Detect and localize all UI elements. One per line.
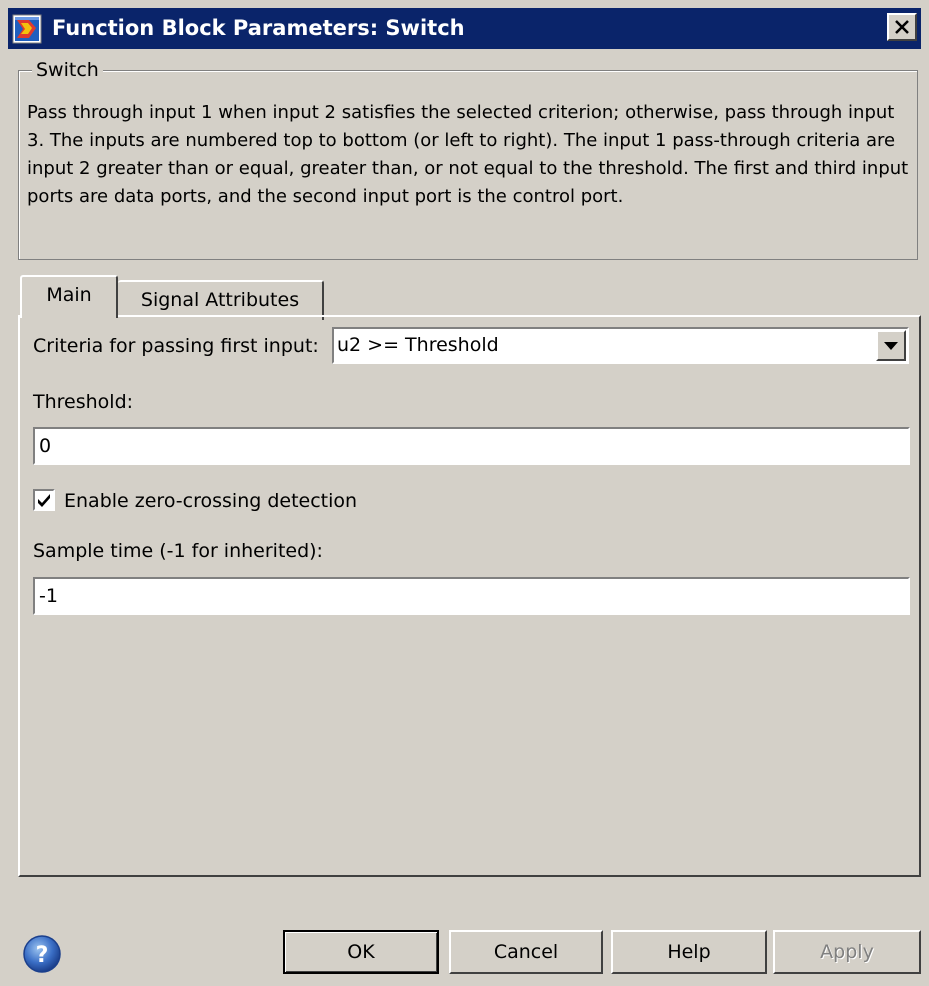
threshold-input[interactable]: 0 [33, 427, 910, 465]
tab-main-label: Main [46, 284, 92, 306]
threshold-value: 0 [39, 435, 52, 457]
apply-button-label: Apply [820, 941, 874, 963]
ok-button[interactable]: OK [283, 930, 439, 974]
cancel-button-label: Cancel [493, 941, 559, 963]
help-button-label: Help [667, 941, 711, 963]
apply-button[interactable]: Apply [773, 930, 921, 974]
criteria-dropdown[interactable]: u2 >= Threshold [332, 327, 909, 364]
block-description: Pass through input 1 when input 2 satisf… [27, 102, 909, 207]
criteria-label: Criteria for passing first input: [33, 335, 319, 357]
svg-text:?: ? [36, 943, 49, 968]
ok-button-label: OK [347, 941, 375, 963]
title-bar[interactable]: Function Block Parameters: Switch [8, 8, 921, 49]
dropdown-button[interactable] [876, 330, 906, 361]
tab-signal-attributes-label: Signal Attributes [140, 289, 300, 311]
sample-time-input[interactable]: -1 [33, 577, 910, 615]
zero-crossing-checkbox[interactable] [33, 489, 55, 511]
sample-time-value: -1 [39, 585, 58, 607]
chevron-down-icon [884, 341, 898, 350]
groupbox-legend: Switch [32, 58, 103, 82]
threshold-label: Threshold: [33, 391, 134, 413]
switch-groupbox: Switch Pass through input 1 when input 2… [18, 58, 918, 260]
close-icon [895, 20, 909, 34]
cancel-button[interactable]: Cancel [449, 930, 603, 974]
sample-time-label: Sample time (-1 for inherited): [33, 540, 323, 562]
zero-crossing-label[interactable]: Enable zero-crossing detection [64, 489, 357, 513]
help-question-icon[interactable]: ? [22, 934, 62, 974]
checkmark-icon [38, 494, 50, 507]
tab-main[interactable]: Main [20, 275, 118, 318]
simulink-block-icon [12, 14, 42, 44]
criteria-value: u2 >= Threshold [337, 334, 499, 356]
window-title: Function Block Parameters: Switch [52, 16, 465, 40]
help-button[interactable]: Help [611, 930, 767, 974]
tab-signal-attributes[interactable]: Signal Attributes [118, 280, 324, 320]
dialog-window: Function Block Parameters: Switch Switch… [0, 0, 929, 986]
close-button[interactable] [887, 13, 917, 41]
